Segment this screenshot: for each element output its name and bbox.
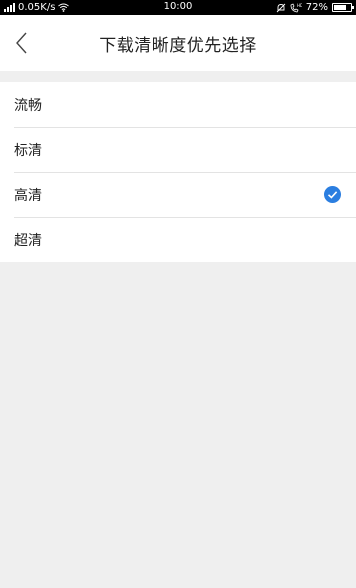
quality-option-label: 标清 — [14, 142, 42, 159]
title-bar: 下载清晰度优先选择 — [0, 15, 356, 71]
quality-option-label: 高清 — [14, 187, 42, 204]
back-button[interactable] — [8, 29, 36, 57]
quality-option[interactable]: 高清 — [0, 172, 356, 217]
check-icon — [324, 186, 341, 203]
hd-call-icon: HD — [290, 3, 302, 12]
quality-option[interactable]: 流畅 — [0, 82, 356, 127]
quality-option-label: 流畅 — [14, 97, 42, 114]
quality-option[interactable]: 标清 — [0, 127, 356, 172]
page-title: 下载清晰度优先选择 — [99, 35, 257, 56]
battery-level — [334, 5, 346, 10]
battery-percent: 72% — [305, 2, 328, 13]
chevron-left-icon — [16, 32, 27, 54]
battery-icon — [332, 3, 354, 12]
wifi-icon — [58, 3, 70, 12]
network-speed: 0.05K/s — [18, 2, 56, 13]
status-left: 0.05K/s — [4, 2, 70, 13]
screen: 0.05K/s 10:00 HD 72% 下载清晰度优先选择 流畅 标清 高清 … — [0, 0, 356, 588]
signal-icon — [4, 3, 15, 12]
status-right: HD 72% — [276, 2, 354, 13]
quality-option-list: 流畅 标清 高清 超清 — [0, 82, 356, 262]
svg-text:HD: HD — [297, 3, 302, 8]
status-bar: 0.05K/s 10:00 HD 72% — [0, 0, 356, 15]
mute-bell-icon — [276, 3, 286, 12]
quality-option-label: 超清 — [14, 232, 42, 249]
quality-option[interactable]: 超清 — [0, 217, 356, 262]
